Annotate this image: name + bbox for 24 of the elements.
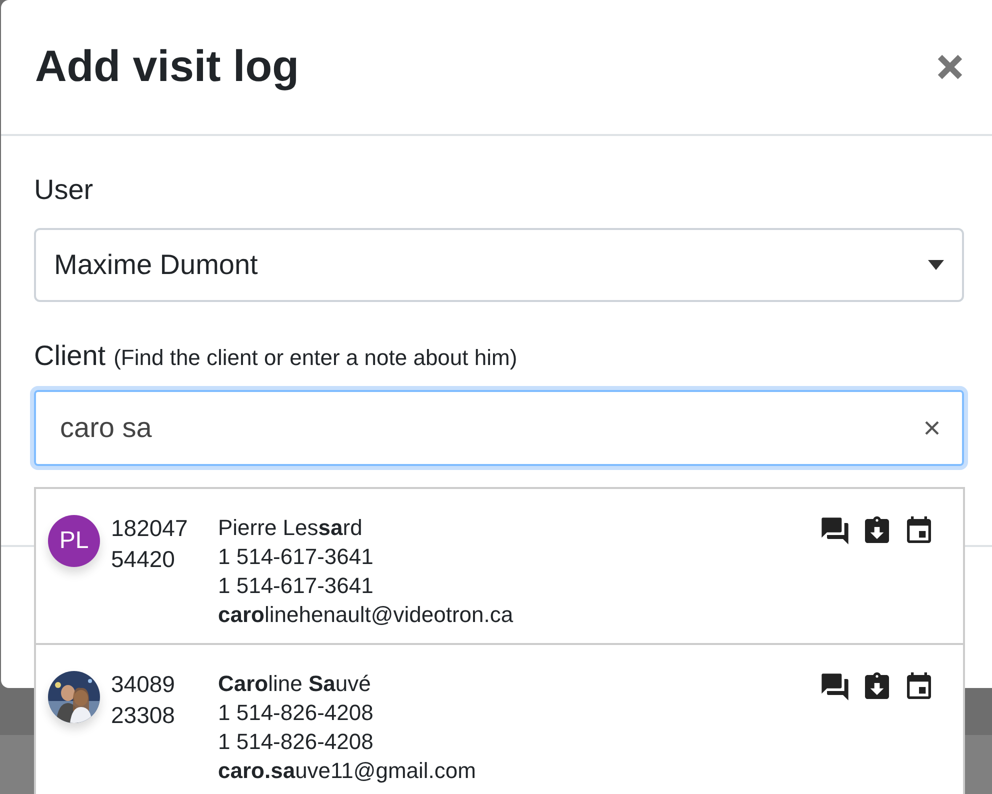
result-item[interactable]: 34089 23308 Caroline Sauvé 1 514-826-4208 1 514-826-4208 caro.sauve11@gmail.com bbox=[36, 645, 963, 794]
client-detail: 1 514-617-3641 bbox=[218, 572, 374, 600]
client-number: 34089 bbox=[111, 670, 176, 699]
caret-icon bbox=[928, 260, 944, 270]
client-detail: 1 514-826-4208 bbox=[218, 699, 374, 727]
client-name: Pierre Lessard bbox=[218, 514, 364, 542]
client-detail: carolinehenault@videotron.ca bbox=[218, 601, 514, 629]
field-label: User bbox=[34, 174, 94, 206]
field-hint: (Find the client or enter a note about him) bbox=[114, 345, 518, 371]
chat-icon[interactable] bbox=[819, 515, 851, 547]
client-number: 54420 bbox=[111, 545, 176, 574]
client-name: Caroline Sauvé bbox=[218, 670, 372, 698]
client-number: 182047 bbox=[111, 514, 189, 543]
chat-icon[interactable] bbox=[819, 671, 851, 703]
user-select[interactable]: Maxime Dumont bbox=[34, 228, 964, 302]
close-icon[interactable] bbox=[937, 54, 963, 80]
client-detail: 1 514-617-3641 bbox=[218, 543, 374, 571]
client-number: 23308 bbox=[111, 701, 176, 730]
clear-icon[interactable] bbox=[924, 420, 940, 436]
avatar: PL bbox=[48, 515, 100, 567]
field-label: Client bbox=[34, 340, 106, 372]
client-detail: caro.sauve11@gmail.com bbox=[218, 757, 477, 785]
client-detail: 1 514-826-4208 bbox=[218, 728, 374, 756]
modal-title: Add visit log bbox=[35, 42, 299, 92]
